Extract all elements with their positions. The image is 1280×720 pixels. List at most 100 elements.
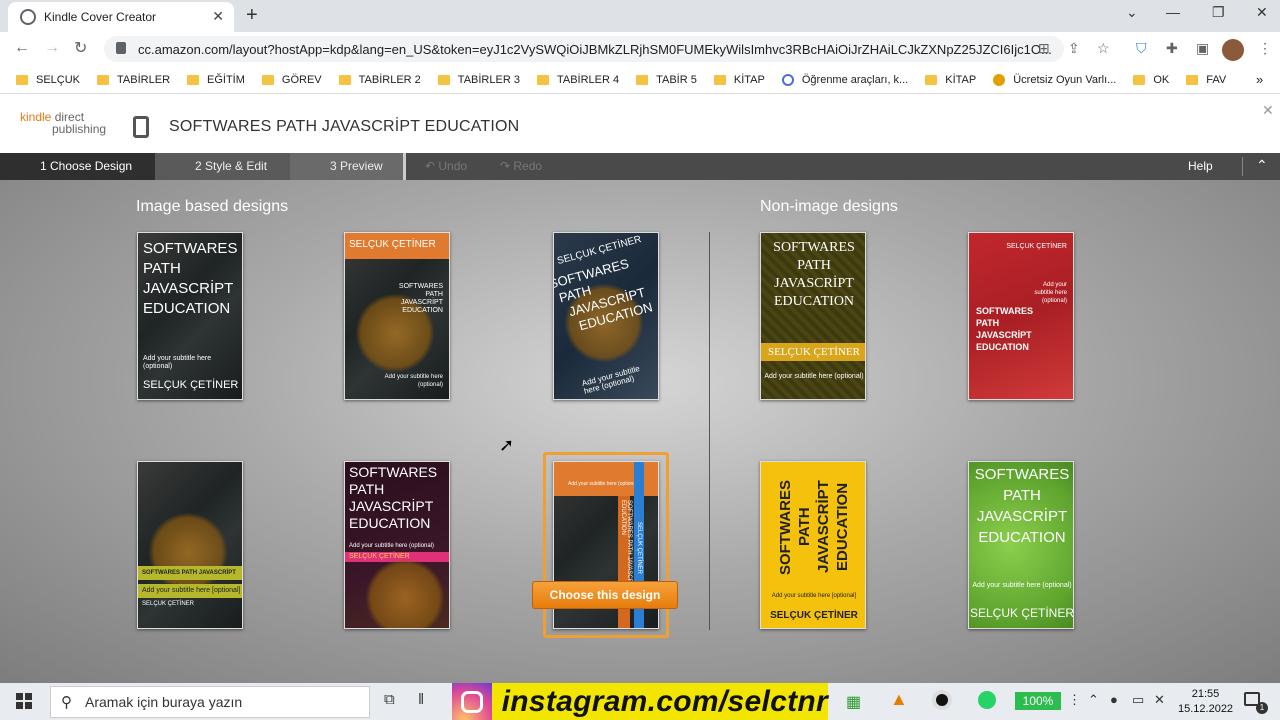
- task-view-icon[interactable]: ⧉: [384, 691, 395, 708]
- bookmark-item[interactable]: Öğrenme araçları, k...: [781, 73, 908, 86]
- bookmark-item[interactable]: TABİRLER 4: [536, 74, 619, 86]
- shield-extension-icon[interactable]: ⛉: [1136, 40, 1147, 57]
- clock[interactable]: 21:55 15.12.2022: [1178, 687, 1233, 717]
- speaker-muted-icon[interactable]: ✕: [1154, 692, 1165, 708]
- bookmark-item[interactable]: Ücretsiz Oyun Varlı...: [993, 73, 1117, 86]
- step-choose-design[interactable]: 1 Choose Design: [0, 153, 155, 180]
- cover-title-line: PATH: [797, 258, 831, 273]
- menu-kebab-icon[interactable]: ⋮: [1258, 40, 1272, 57]
- tray-icon[interactable]: ⋮: [1068, 692, 1081, 708]
- search-icon: ⚲: [61, 694, 72, 711]
- cover-graphic: [365, 558, 445, 628]
- bookmark-item[interactable]: TABİRLER: [97, 74, 170, 86]
- record-icon[interactable]: [932, 690, 952, 710]
- forward-icon[interactable]: →: [44, 39, 60, 57]
- kdp-logo[interactable]: kindle direct publishing: [20, 111, 106, 135]
- design-thumbnail-2[interactable]: SELÇUK ÇETİNER SOFTWARES PATH JAVASCRİPT…: [344, 232, 450, 400]
- bookmark-item[interactable]: TABİRLER 2: [338, 74, 421, 86]
- image-designs-heading: Image based designs: [136, 198, 289, 215]
- bookmark-label: OK: [1153, 73, 1170, 86]
- design-thumbnail-1[interactable]: SOFTWARES PATH JAVASCRİPT EDUCATION Add …: [137, 232, 243, 400]
- close-window-button[interactable]: ✕: [1256, 4, 1268, 21]
- bookmark-star-icon[interactable]: ☆: [1097, 40, 1110, 57]
- redo-button[interactable]: ↷ Redo: [500, 159, 542, 173]
- battery-indicator[interactable]: 100%: [1015, 692, 1061, 710]
- bookmark-item[interactable]: FAV: [1186, 74, 1226, 86]
- collapse-icon[interactable]: ⌃: [1256, 157, 1268, 174]
- bookmark-label: FAV: [1206, 73, 1227, 86]
- reload-icon[interactable]: ↻: [74, 38, 87, 58]
- design-thumbnail-4[interactable]: SOFTWARES PATH JAVASCRİPT EDUCATION SELÇ…: [760, 232, 866, 400]
- url-input[interactable]: cc.amazon.com/layout?hostApp=kdp&lang=en…: [104, 36, 1064, 62]
- bookmark-label: Ücretsiz Oyun Varlı...: [1013, 73, 1117, 86]
- extensions-puzzle-icon[interactable]: ✚: [1166, 40, 1178, 57]
- bookmark-item[interactable]: SELÇUK: [16, 74, 80, 86]
- battery-icon[interactable]: ▭: [1132, 692, 1144, 708]
- design-thumbnail-6[interactable]: SOFTWARES PATH JAVASCRİPT EDUCATION Add …: [137, 461, 243, 629]
- vlc-icon[interactable]: ▲: [890, 689, 908, 710]
- chevron-up-icon[interactable]: ⌃: [1088, 692, 1099, 708]
- folder-icon: [437, 74, 450, 85]
- translate-icon[interactable]: ⊞: [1038, 40, 1050, 57]
- cover-title: SOFTWARES PATH JAVASCRİPT EDUCATION: [969, 464, 1073, 548]
- bookmark-item[interactable]: OK: [1133, 74, 1169, 86]
- design-thumbnail-7[interactable]: SOFTWARES PATH JAVASCRİPT EDUCATION Add …: [344, 461, 450, 629]
- redo-label: Redo: [513, 159, 543, 173]
- folder-icon: [97, 74, 110, 85]
- bookmark-item[interactable]: KİTAP: [713, 74, 765, 86]
- folder-icon: [261, 74, 274, 85]
- step-style-edit[interactable]: 2 Style & Edit: [155, 153, 290, 180]
- design-thumbnail-3[interactable]: SELÇUK ÇETİNER SOFTWARES PATH JAVASCRİPT…: [553, 232, 659, 400]
- close-tab-icon[interactable]: ✕: [212, 8, 224, 25]
- share-icon[interactable]: ⇪: [1068, 40, 1080, 57]
- cover-subtitle: Add your subtitle here [optional]: [771, 593, 857, 599]
- bookmark-item[interactable]: EĞİTİM: [187, 74, 245, 86]
- maximize-button[interactable]: ❐: [1212, 4, 1225, 21]
- taskbar-search-input[interactable]: ⚲ Aramak için buraya yazın: [50, 686, 370, 718]
- cover-subtitle: Add your subtitle here (optional): [568, 481, 639, 487]
- back-icon[interactable]: ←: [14, 39, 30, 57]
- mouse-cursor-icon: ➚: [499, 435, 515, 455]
- bookmark-item[interactable]: TABİR 5: [636, 74, 697, 86]
- cover-title: SOFTWARES PATH JAVASCRİPT EDUCATION: [761, 239, 865, 311]
- profile-avatar[interactable]: [1222, 39, 1244, 61]
- step-preview[interactable]: 3 Preview: [290, 153, 405, 180]
- cover-author: SELÇUK ÇETİNER: [636, 522, 642, 575]
- bookmark-item[interactable]: KİTAP: [925, 74, 976, 86]
- clock-date: 15.12.2022: [1178, 703, 1234, 715]
- clock-time: 21:55: [1191, 688, 1220, 700]
- tab-search-icon[interactable]: ⌄: [1126, 4, 1138, 21]
- globe-icon: [20, 9, 36, 25]
- taskbar-app-icon[interactable]: ‖: [418, 691, 424, 708]
- cover-title-line: SOFTWARES: [349, 464, 438, 480]
- app-chart-icon[interactable]: ▦: [846, 692, 861, 712]
- more-bookmarks-icon[interactable]: »: [1256, 72, 1263, 87]
- cover-subtitle: Add your subtitle here (optional): [349, 543, 435, 549]
- new-tab-button[interactable]: +: [246, 4, 258, 27]
- design-thumbnail-5[interactable]: SELÇUK ÇETİNER Add your subtitle here (o…: [968, 232, 1074, 400]
- undo-button[interactable]: ↶ Undo: [425, 159, 467, 173]
- instagram-banner: instagram.com/selctnr: [452, 683, 828, 720]
- minimize-button[interactable]: —: [1166, 4, 1180, 20]
- cover-subtitle: Add your subtitle here (optional): [143, 355, 212, 370]
- instagram-handle: instagram.com/selctnr: [501, 684, 828, 718]
- side-panel-icon[interactable]: ▣: [1196, 40, 1209, 57]
- microphone-icon[interactable]: ●: [1110, 692, 1118, 707]
- whatsapp-icon[interactable]: [978, 691, 996, 709]
- help-link[interactable]: Help: [1188, 159, 1213, 173]
- choose-design-button[interactable]: Choose this design: [532, 581, 678, 609]
- cover-title: SOFTWARES PATH JAVASCRİPT EDUCATION: [976, 305, 1066, 353]
- logo-kindle: kindle: [20, 110, 52, 124]
- bookmark-item[interactable]: GÖREV: [261, 74, 322, 86]
- close-icon[interactable]: ✕: [1262, 102, 1274, 119]
- cover-author: SELÇUK ÇETİNER: [770, 610, 858, 621]
- cover-title-line: PATH: [796, 507, 813, 547]
- bookmark-item[interactable]: TABİRLER 3: [437, 74, 520, 86]
- windows-start-icon[interactable]: [16, 693, 32, 709]
- folder-icon: [536, 74, 549, 85]
- design-thumbnail-9[interactable]: EDUCATION JAVASCRİPT PATH SOFTWARES Add …: [760, 461, 866, 629]
- nonimage-designs-heading: Non-image designs: [760, 198, 898, 215]
- design-thumbnail-10[interactable]: SOFTWARES PATH JAVASCRİPT EDUCATION Add …: [968, 461, 1074, 629]
- browser-tab[interactable]: Kindle Cover Creator ✕: [8, 2, 234, 32]
- bookmarks-bar: SELÇUK TABİRLER EĞİTİM GÖREV TABİRLER 2 …: [0, 66, 1280, 94]
